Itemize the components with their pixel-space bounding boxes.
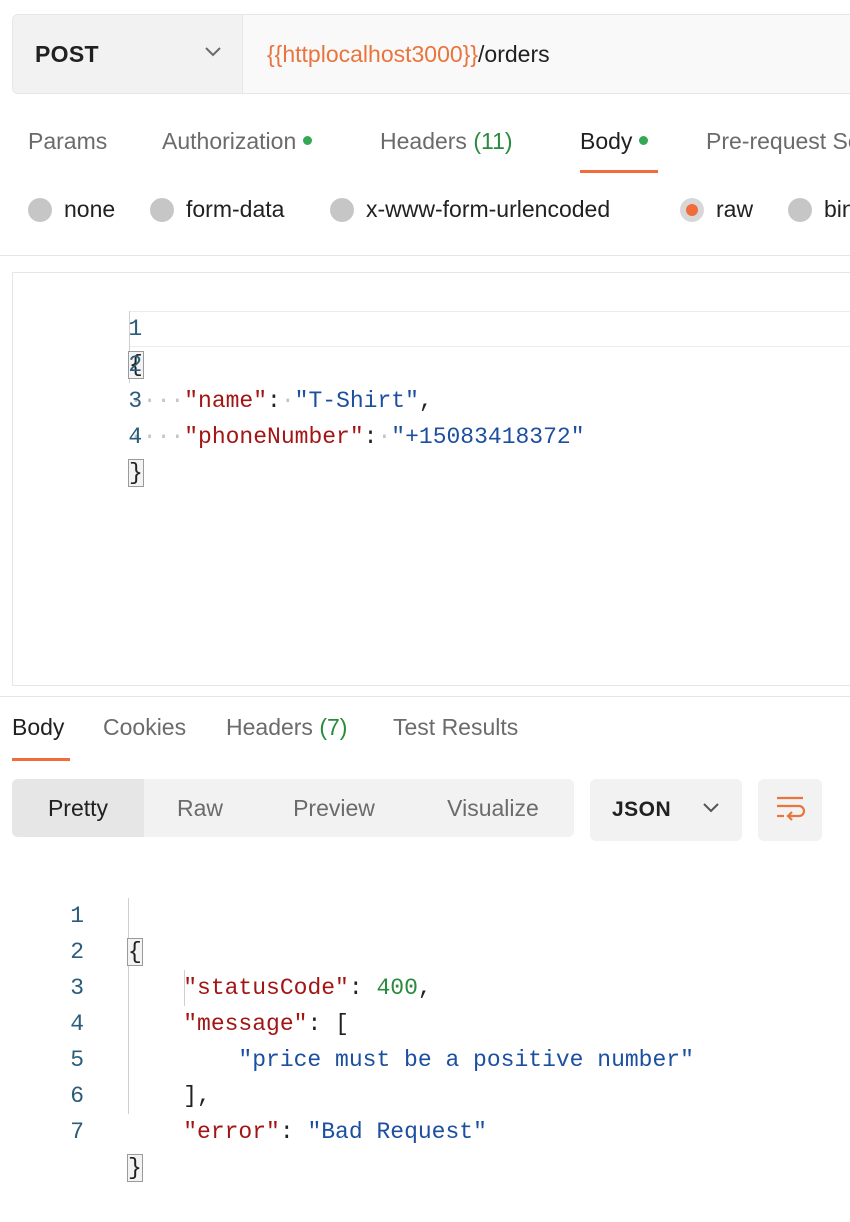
headers-count: (11) — [473, 128, 513, 154]
mode-raw[interactable]: Raw — [144, 779, 256, 837]
tab-pre-request-script[interactable]: Pre-request Script — [706, 128, 850, 155]
wrap-lines-icon — [775, 795, 806, 826]
radio-label: form-data — [186, 196, 285, 222]
code-line: 2 "statusCode": 400, — [0, 898, 840, 1001]
code-line: 6 "error": "Bad Request" — [0, 1042, 840, 1145]
radio-binary[interactable]: binary — [788, 196, 850, 223]
json-key: "phoneNumber" — [184, 424, 364, 450]
body-type-options: none form-data x-www-form-urlencoded raw… — [0, 196, 850, 234]
url-path: /orders — [478, 40, 550, 67]
tab-body[interactable]: Body — [580, 128, 649, 155]
method-select[interactable]: POST — [13, 15, 243, 93]
line-number: 4 — [128, 424, 143, 450]
json-key: "error" — [183, 1119, 280, 1145]
json-string: "Bad Request" — [307, 1119, 487, 1145]
response-tab-headers[interactable]: Headers (7) — [226, 714, 347, 741]
divider — [0, 696, 850, 697]
format-select[interactable]: JSON — [590, 779, 742, 841]
mode-visualize[interactable]: Visualize — [412, 779, 574, 837]
tab-params[interactable]: Params — [28, 128, 107, 155]
tab-label: Body — [12, 714, 65, 740]
active-tab-indicator — [12, 758, 70, 761]
tab-label: Headers — [380, 128, 467, 154]
tab-label: Body — [580, 128, 633, 154]
code-line: 4 "price must be a positive number" — [0, 970, 840, 1073]
response-body-viewer[interactable]: 1 { 2 "statusCode": 400, 3 "message": [ … — [0, 862, 850, 1182]
url-input[interactable]: {{httplocalhost3000}}/orders — [243, 41, 550, 68]
tab-label: Params — [28, 128, 108, 154]
response-tab-cookies[interactable]: Cookies — [103, 714, 186, 741]
response-tab-test-results[interactable]: Test Results — [393, 714, 518, 741]
format-label: JSON — [612, 798, 672, 821]
radio-circle-icon — [330, 197, 354, 222]
method-label: POST — [35, 40, 99, 67]
code-line: 1 { — [0, 862, 840, 966]
view-mode-group: Pretty Raw Preview Visualize — [12, 779, 574, 837]
status-dot-icon — [303, 136, 313, 146]
close-brace: } — [128, 459, 144, 487]
code-line: 2 ····"name":·"T-Shirt", — [13, 311, 850, 414]
chevron-down-icon — [204, 45, 222, 63]
divider — [0, 255, 850, 256]
radio-circle-icon — [788, 197, 812, 222]
chevron-down-icon — [702, 801, 720, 819]
request-body-editor[interactable]: 1 { 2 ····"name":·"T-Shirt", 3 ····"phon… — [12, 272, 850, 686]
status-dot-icon — [639, 136, 649, 146]
json-string: "+15083418372" — [391, 424, 585, 450]
code-line: 5 ], — [0, 1006, 840, 1109]
code-line: 3 ····"phoneNumber":·"+15083418372" — [13, 347, 850, 450]
radio-label: none — [64, 196, 116, 222]
request-url-bar: POST {{httplocalhost3000}}/orders — [12, 14, 850, 94]
code-line: 7 } — [0, 1078, 840, 1182]
url-variable: {{httplocalhost3000}} — [267, 40, 479, 67]
code-line: 1 { — [13, 275, 850, 379]
tab-headers[interactable]: Headers (11) — [380, 128, 513, 155]
active-tab-indicator — [580, 170, 658, 173]
tab-label: Authorization — [162, 128, 297, 154]
tab-label: Test Results — [393, 714, 519, 740]
request-tabs: Params Authorization Headers (11) Body P… — [0, 118, 850, 174]
line-number: 7 — [70, 1119, 84, 1145]
headers-count: (7) — [319, 714, 348, 740]
wrap-lines-button[interactable] — [758, 779, 822, 841]
radio-label: raw — [716, 196, 754, 222]
radio-label: binary — [824, 196, 850, 222]
radio-label: x-www-form-urlencoded — [366, 196, 611, 222]
code-line: 3 "message": [ — [0, 934, 840, 1037]
radio-checked-icon — [680, 197, 704, 222]
radio-circle-icon — [150, 197, 174, 222]
close-brace: } — [127, 1154, 143, 1182]
tab-label: Pre-request Script — [706, 128, 850, 154]
tab-authorization[interactable]: Authorization — [162, 128, 313, 155]
tab-label: Headers — [226, 714, 313, 740]
code-line: 4 } — [13, 383, 850, 487]
radio-x-www-form-urlencoded[interactable]: x-www-form-urlencoded — [330, 196, 610, 223]
radio-none[interactable]: none — [28, 196, 115, 223]
mode-pretty[interactable]: Pretty — [12, 779, 144, 837]
radio-raw[interactable]: raw — [680, 196, 753, 223]
tab-label: Cookies — [103, 714, 187, 740]
mode-preview[interactable]: Preview — [256, 779, 412, 837]
radio-form-data[interactable]: form-data — [150, 196, 284, 223]
response-tab-body[interactable]: Body — [12, 714, 64, 741]
radio-circle-icon — [28, 197, 52, 222]
